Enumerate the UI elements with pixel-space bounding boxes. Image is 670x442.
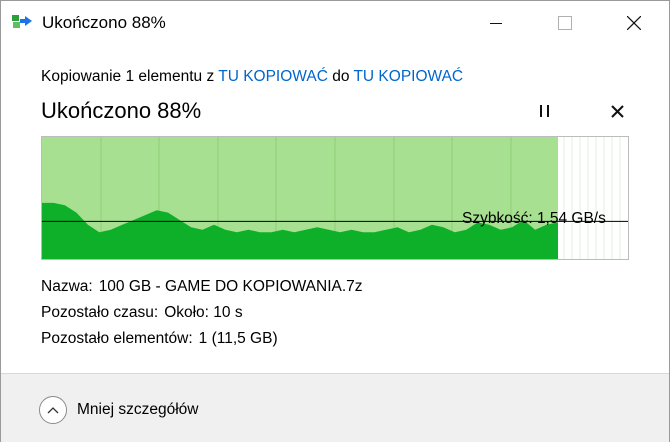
cancel-button[interactable] bbox=[606, 101, 628, 121]
cancel-icon bbox=[610, 104, 624, 118]
progress-title: Ukończono 88% bbox=[41, 98, 202, 123]
destination-link[interactable]: TU KOPIOWAĆ bbox=[353, 68, 463, 85]
maximize-button[interactable] bbox=[542, 1, 588, 45]
file-copy-icon bbox=[12, 14, 34, 32]
copy-description: Kopiowanie 1 elementu z TU KOPIOWAĆ do T… bbox=[41, 67, 463, 87]
copy-progress-dialog: Ukończono 88% Kopiowanie 1 elementu z TU… bbox=[0, 0, 670, 442]
less-details-label: Mniej szczegółów bbox=[77, 401, 199, 418]
items-remaining-row: Pozostało elementów: 1 (11,5 GB) bbox=[41, 329, 363, 355]
name-value: 100 GB - GAME DO KOPIOWANIA.7z bbox=[98, 278, 363, 295]
close-icon bbox=[627, 16, 641, 30]
minimize-button[interactable] bbox=[473, 1, 519, 45]
footer: Mniej szczegółów bbox=[1, 373, 669, 442]
less-details-button[interactable]: Mniej szczegółów bbox=[39, 396, 198, 424]
pause-icon bbox=[540, 105, 549, 117]
name-label: Nazwa: bbox=[41, 278, 93, 295]
window-title: Ukończono 88% bbox=[42, 13, 166, 32]
copy-middle: do bbox=[327, 68, 354, 85]
items-remaining-label: Pozostało elementów: bbox=[41, 330, 193, 347]
speed-graph bbox=[41, 136, 629, 260]
time-remaining-value: Około: 10 s bbox=[164, 304, 243, 321]
chevron-up-icon bbox=[39, 396, 67, 424]
maximize-icon bbox=[558, 16, 572, 30]
pause-button[interactable] bbox=[534, 102, 556, 120]
copy-prefix: Kopiowanie 1 elementu z bbox=[41, 68, 219, 85]
close-button[interactable] bbox=[611, 1, 657, 45]
source-link[interactable]: TU KOPIOWAĆ bbox=[218, 68, 328, 85]
title-bar[interactable]: Ukończono 88% bbox=[1, 1, 669, 45]
time-remaining-row: Pozostało czasu: Około: 10 s bbox=[41, 303, 363, 329]
items-remaining-value: 1 (11,5 GB) bbox=[198, 330, 278, 347]
minimize-icon bbox=[490, 23, 502, 24]
speed-label: Szybkość: 1,54 GB/s bbox=[462, 210, 606, 227]
name-row: Nazwa: 100 GB - GAME DO KOPIOWANIA.7z bbox=[41, 277, 363, 303]
details-section: Nazwa: 100 GB - GAME DO KOPIOWANIA.7z Poz… bbox=[41, 277, 363, 355]
time-remaining-label: Pozostało czasu: bbox=[41, 304, 159, 321]
speed-graph-canvas bbox=[42, 137, 628, 259]
